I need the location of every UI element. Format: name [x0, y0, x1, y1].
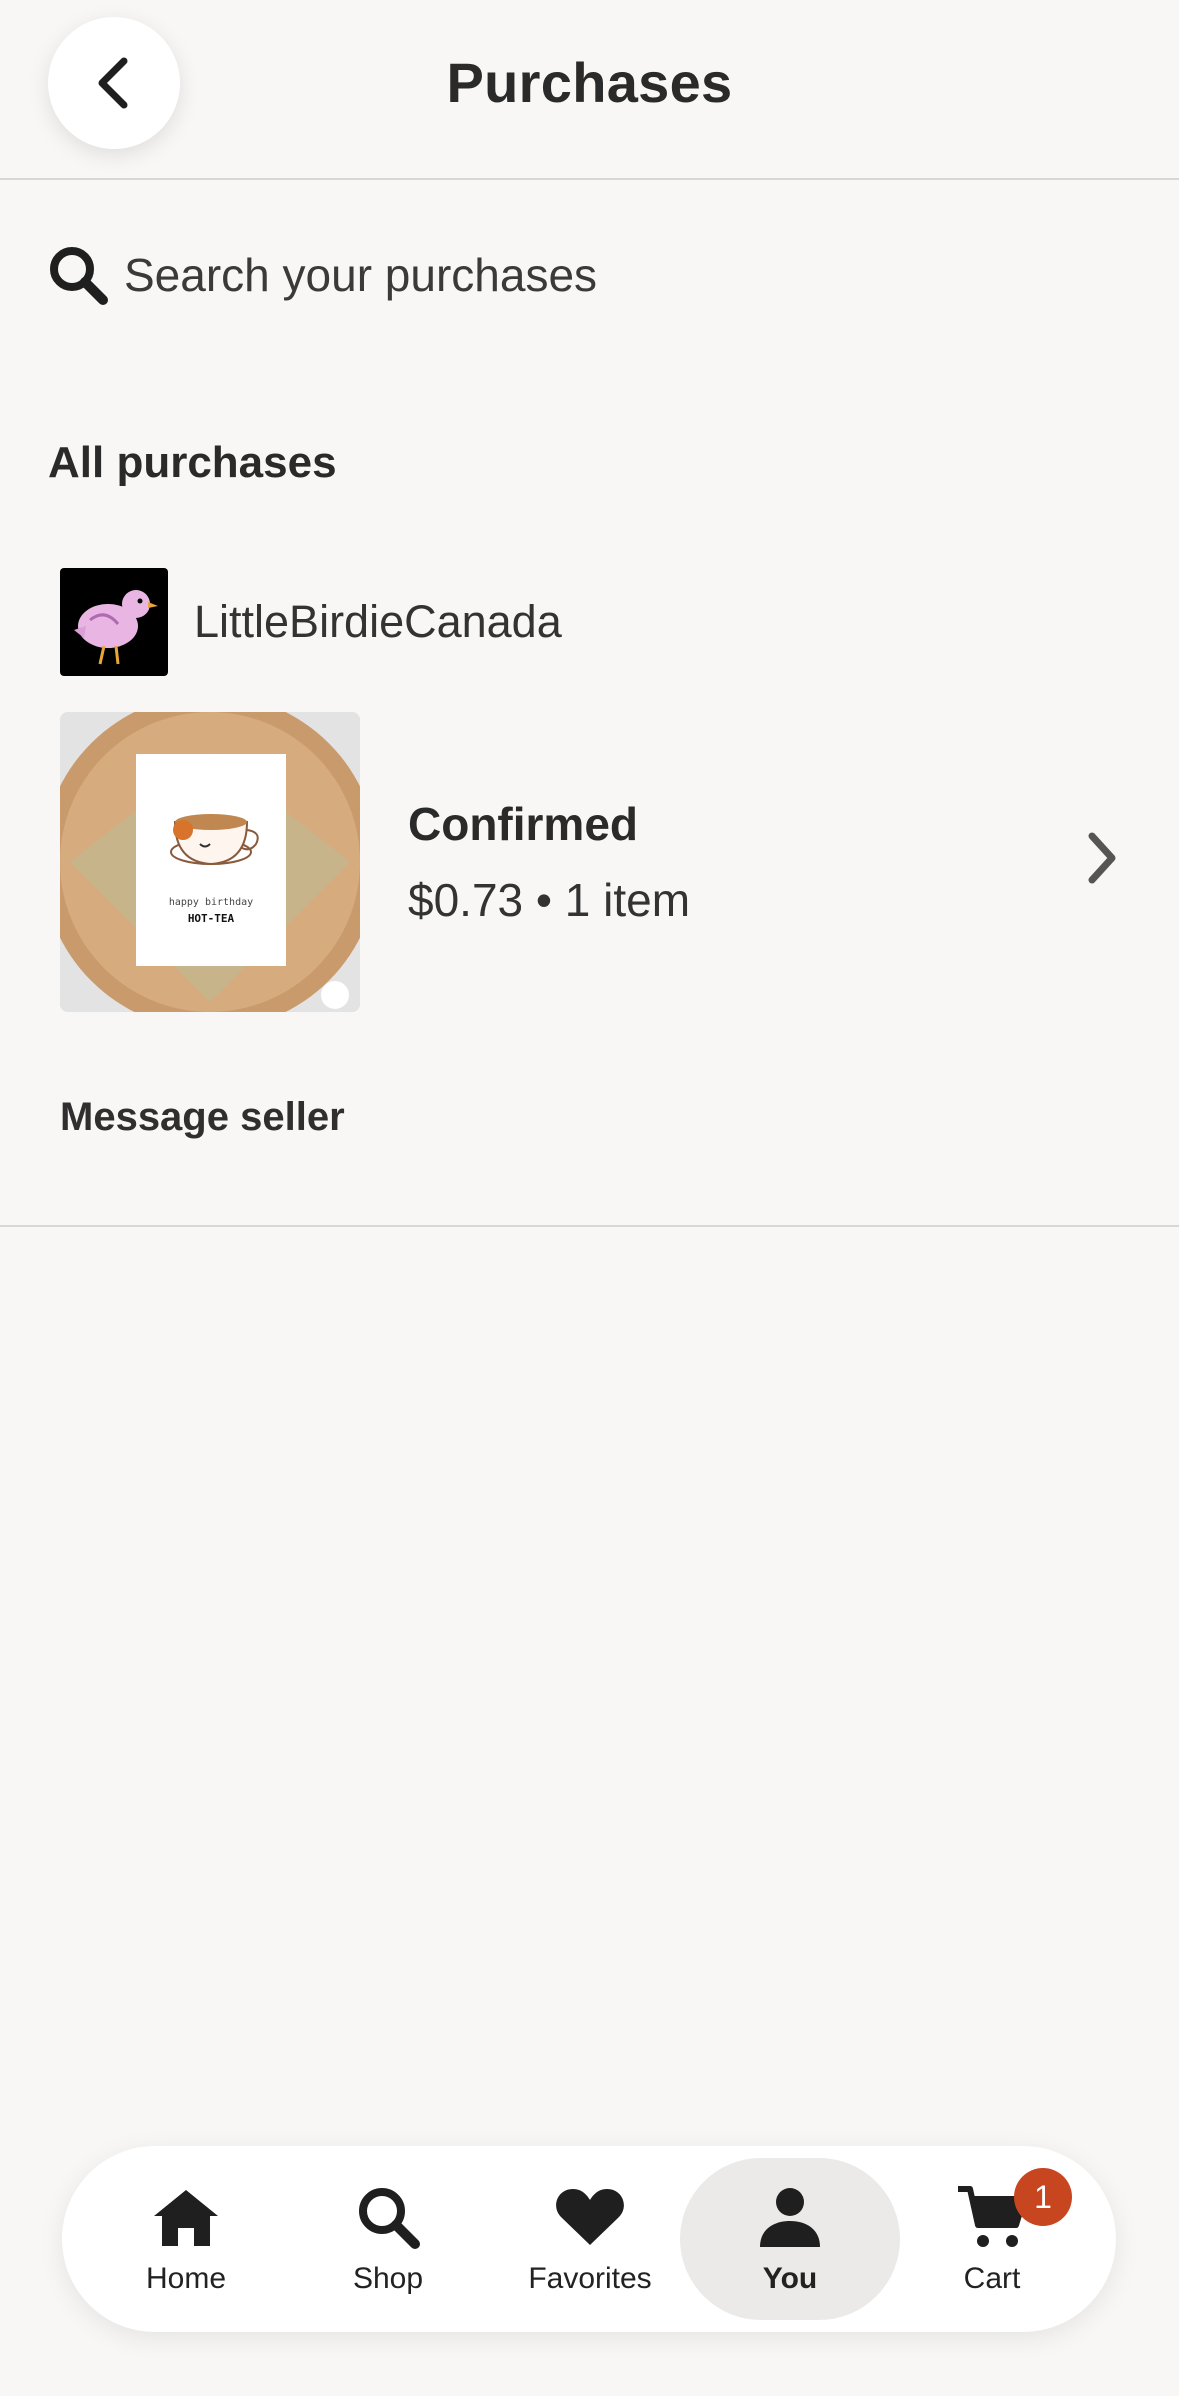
svg-text:happy birthday: happy birthday	[169, 897, 253, 908]
search-icon	[50, 247, 108, 305]
order-row[interactable]: happy birthday HOT-TEA Confirmed $0.73 •…	[60, 712, 1120, 1012]
shop-name: LittleBirdieCanada	[194, 596, 562, 647]
nav-cart-label: Cart	[963, 2262, 1021, 2295]
header: Purchases	[0, 0, 1179, 180]
search-placeholder: Search your purchases	[124, 249, 598, 301]
nav-home[interactable]: Home	[76, 2158, 296, 2320]
nav-shop-label: Shop	[352, 2262, 424, 2295]
page-title: Purchases	[446, 51, 733, 114]
search-input[interactable]: Search your purchases	[46, 240, 597, 310]
order-meta: $0.73 • 1 item	[408, 874, 691, 926]
divider	[0, 1225, 1179, 1227]
shop-row[interactable]: LittleBirdieCanada	[60, 568, 562, 676]
svg-text:HOT-TEA: HOT-TEA	[188, 912, 235, 925]
message-seller-button[interactable]: Message seller	[60, 1095, 345, 1140]
nav-shop[interactable]: Shop	[278, 2158, 498, 2320]
search-icon	[359, 2188, 420, 2249]
section-title: All purchases	[48, 438, 337, 487]
nav-you[interactable]: You	[680, 2158, 900, 2320]
nav-favorites-label: Favorites	[528, 2262, 652, 2295]
person-icon	[760, 2188, 820, 2247]
nav-home-label: Home	[145, 2262, 227, 2295]
nav-favorites[interactable]: Favorites	[480, 2158, 700, 2320]
shop-logo	[60, 568, 168, 676]
nav-cart[interactable]: Cart 1	[882, 2158, 1102, 2320]
product-image: happy birthday HOT-TEA	[60, 712, 360, 1012]
nav-you-label: You	[762, 2262, 818, 2295]
heart-icon	[556, 2189, 624, 2245]
order-info: Confirmed $0.73 • 1 item	[408, 797, 690, 927]
cart-badge: 1	[1014, 2168, 1072, 2226]
home-icon	[154, 2190, 218, 2246]
chevron-right-icon	[1088, 832, 1116, 884]
order-status: Confirmed	[408, 798, 638, 850]
bottom-nav: Home Shop Favorites You Cart 1	[62, 2146, 1116, 2332]
